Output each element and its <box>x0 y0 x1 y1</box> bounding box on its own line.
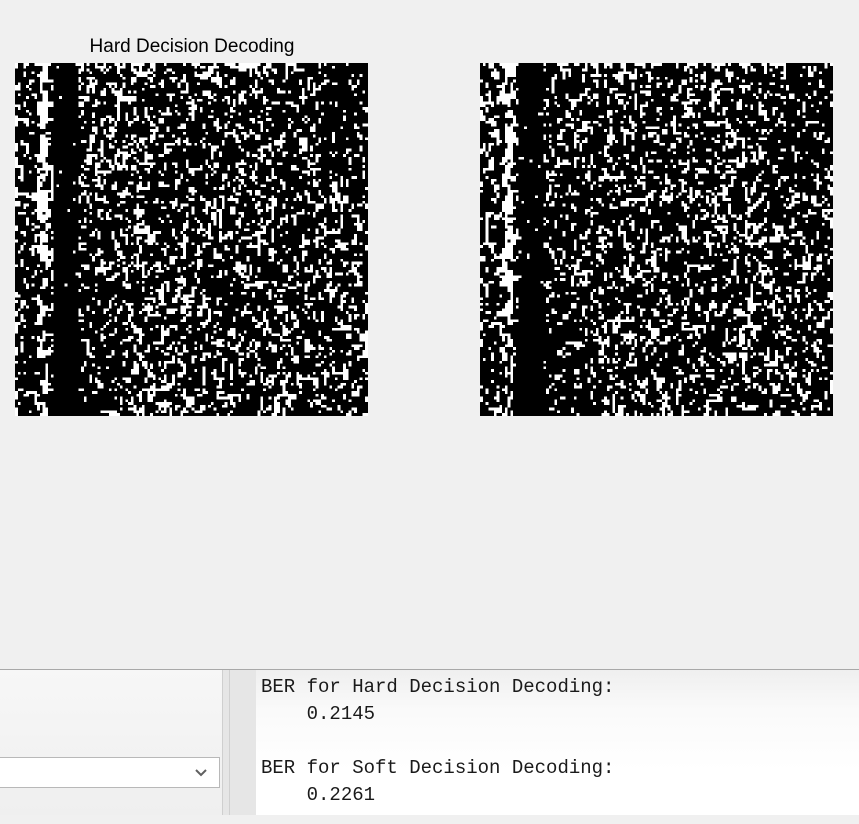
splitter-grip[interactable] <box>229 670 230 815</box>
command-output-line: BER for Soft Decision Decoding: <box>261 757 614 779</box>
command-output-line: BER for Hard Decision Decoding: <box>261 676 614 698</box>
command-output-line: 0.2261 <box>261 784 375 806</box>
chevron-down-icon[interactable] <box>193 763 209 781</box>
left-axes-title: Hard Decision Decoding <box>12 36 372 58</box>
soft-decision-decoded-image <box>480 63 833 416</box>
desktop-bottom-pane: BER for Hard Decision Decoding: 0.2145 B… <box>0 669 859 815</box>
workspace-panel <box>0 670 222 815</box>
figure-window: Hard Decision Decoding <box>0 0 859 669</box>
workspace-dropdown[interactable] <box>0 757 220 788</box>
panel-splitter[interactable] <box>222 670 256 815</box>
command-window[interactable]: BER for Hard Decision Decoding: 0.2145 B… <box>256 670 859 815</box>
command-output-line: 0.2145 <box>261 703 375 725</box>
hard-decision-decoded-image <box>15 63 368 416</box>
